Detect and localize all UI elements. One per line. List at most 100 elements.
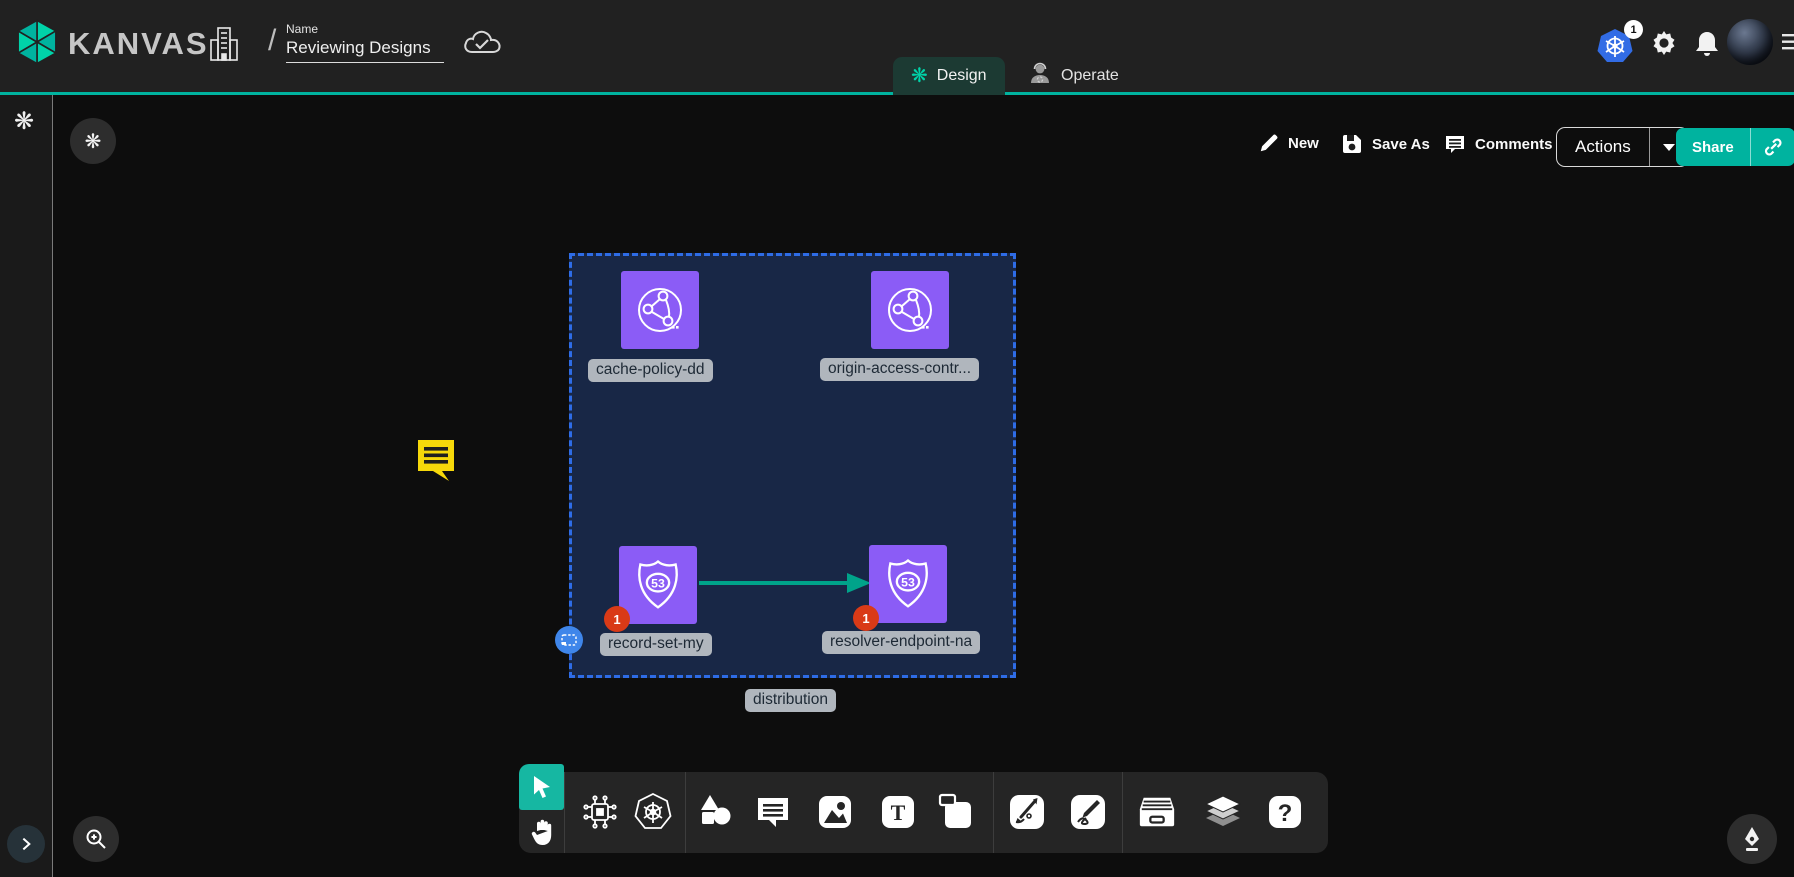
copy-link-button[interactable] bbox=[1751, 136, 1794, 158]
group-label-distribution[interactable]: distribution bbox=[745, 689, 836, 712]
node-label-cache-policy[interactable]: cache-policy-dd bbox=[588, 359, 713, 382]
component-tool[interactable] bbox=[580, 792, 620, 832]
organization-icon[interactable] bbox=[208, 25, 240, 68]
node-label-origin-access-control[interactable]: origin-access-contr... bbox=[820, 358, 979, 381]
magnifier-plus-icon bbox=[84, 827, 108, 851]
tab-design[interactable]: ❋ Design bbox=[893, 57, 1005, 95]
layers-icon bbox=[1203, 792, 1243, 832]
node-origin-access-control[interactable] bbox=[871, 271, 949, 349]
text-icon: T bbox=[879, 793, 917, 831]
text-tool[interactable]: T bbox=[878, 792, 918, 832]
notifications-bell-icon[interactable] bbox=[1694, 30, 1720, 58]
toolbar-divider bbox=[1122, 772, 1123, 853]
group-handle[interactable] bbox=[555, 626, 583, 654]
node-cache-policy[interactable] bbox=[621, 271, 699, 349]
kubernetes-context-icon[interactable]: 1 bbox=[1596, 27, 1636, 67]
comment-tool[interactable] bbox=[753, 792, 793, 832]
save-as-button-label: Save As bbox=[1372, 136, 1430, 153]
drawer-tool[interactable] bbox=[1137, 792, 1177, 832]
toolbar-divider bbox=[993, 772, 994, 853]
question-mark-icon: ? bbox=[1266, 793, 1304, 831]
sidebar-expand-button[interactable] bbox=[7, 825, 45, 863]
left-sidebar: ❋ bbox=[0, 95, 53, 877]
comment-marker[interactable] bbox=[414, 436, 458, 487]
record-set-badge: 1 bbox=[604, 606, 630, 632]
kanvas-logo-icon[interactable] bbox=[14, 19, 60, 65]
node-label-record-set[interactable]: record-set-my bbox=[600, 633, 712, 656]
bottom-toolbar: T bbox=[519, 772, 1328, 853]
meshery-spiral-icon[interactable]: ❋ bbox=[14, 107, 34, 136]
pen-path-icon bbox=[1007, 792, 1047, 832]
kubernetes-badge-count: 1 bbox=[1624, 20, 1643, 39]
comments-button[interactable]: Comments bbox=[1443, 132, 1553, 156]
breadcrumb-separator: / bbox=[268, 24, 276, 58]
design-tab-swirl-icon: ❋ bbox=[911, 66, 928, 86]
save-icon bbox=[1340, 132, 1364, 156]
zoom-in-button[interactable] bbox=[73, 816, 119, 862]
link-icon bbox=[1762, 136, 1784, 158]
new-button[interactable]: New bbox=[1258, 132, 1319, 154]
kubernetes-tool[interactable] bbox=[633, 792, 673, 832]
comments-icon bbox=[1443, 132, 1467, 156]
select-tool[interactable] bbox=[519, 764, 564, 810]
cloud-sync-icon[interactable] bbox=[462, 28, 502, 63]
share-button-label: Share bbox=[1676, 139, 1750, 156]
comment-tool-icon bbox=[754, 793, 792, 831]
hexagon-logo-icon bbox=[14, 19, 60, 65]
resolver-endpoint-badge: 1 bbox=[853, 605, 879, 631]
circuit-component-icon bbox=[581, 793, 619, 831]
svg-text:?: ? bbox=[1278, 800, 1293, 827]
cloudfront-globe-icon bbox=[632, 282, 688, 338]
comments-button-label: Comments bbox=[1475, 136, 1553, 153]
canvas-widgets-button[interactable]: ❋ bbox=[70, 118, 116, 164]
cloudfront-globe-icon bbox=[882, 282, 938, 338]
shapes-tool[interactable] bbox=[695, 792, 735, 832]
design-tab-label: Design bbox=[937, 67, 987, 85]
freehand-draw-tool[interactable] bbox=[1068, 792, 1108, 832]
kanvas-wordmark: KANVAS bbox=[68, 26, 209, 62]
frame-icon bbox=[937, 792, 977, 832]
new-button-label: New bbox=[1288, 135, 1319, 152]
flower-icon: ❋ bbox=[85, 129, 102, 154]
hand-icon bbox=[529, 818, 555, 846]
tab-operate[interactable]: Operate bbox=[1010, 57, 1137, 95]
save-as-button[interactable]: Save As bbox=[1340, 132, 1430, 156]
share-button[interactable]: Share bbox=[1676, 128, 1794, 166]
toolbar-divider bbox=[564, 772, 565, 853]
pen-nib-icon bbox=[1740, 826, 1764, 852]
pen-mode-button[interactable] bbox=[1727, 814, 1777, 864]
drawer-archive-icon bbox=[1137, 793, 1177, 831]
pan-tool[interactable] bbox=[523, 814, 561, 850]
node-resolver-endpoint[interactable]: 53 bbox=[869, 545, 947, 623]
actions-dropdown-button[interactable]: Actions bbox=[1556, 127, 1689, 167]
caret-down-icon bbox=[1662, 142, 1676, 152]
pencil-scribble-icon bbox=[1068, 792, 1108, 832]
actions-button-label: Actions bbox=[1557, 137, 1649, 157]
operate-tab-label: Operate bbox=[1061, 67, 1119, 85]
pen-tool[interactable] bbox=[1007, 792, 1047, 832]
node-record-set[interactable]: 53 bbox=[619, 546, 697, 624]
help-tool[interactable]: ? bbox=[1265, 792, 1305, 832]
edge-record-to-resolver[interactable] bbox=[697, 568, 875, 598]
design-name-input[interactable] bbox=[286, 36, 444, 63]
comment-marker-icon bbox=[414, 436, 458, 482]
image-tool[interactable] bbox=[815, 792, 855, 832]
hamburger-menu-icon[interactable] bbox=[1782, 32, 1794, 52]
operator-icon bbox=[1028, 62, 1052, 91]
cursor-icon bbox=[531, 775, 553, 799]
layers-tool[interactable] bbox=[1203, 792, 1243, 832]
route53-number: 53 bbox=[651, 576, 665, 590]
pencil-new-icon bbox=[1258, 132, 1280, 154]
design-name-field: Name bbox=[286, 22, 444, 63]
node-label-resolver-endpoint[interactable]: resolver-endpoint-na bbox=[822, 631, 980, 654]
frame-tool[interactable] bbox=[937, 792, 977, 832]
dashed-frame-icon bbox=[561, 634, 577, 646]
shapes-icon bbox=[696, 793, 734, 831]
route53-shield-icon: 53 bbox=[632, 558, 684, 612]
svg-text:T: T bbox=[891, 800, 906, 825]
kubernetes-wheel-icon bbox=[633, 792, 673, 832]
name-field-label: Name bbox=[286, 22, 444, 36]
user-avatar[interactable] bbox=[1727, 19, 1773, 65]
settings-gear-icon[interactable] bbox=[1650, 30, 1678, 58]
image-icon bbox=[816, 793, 854, 831]
